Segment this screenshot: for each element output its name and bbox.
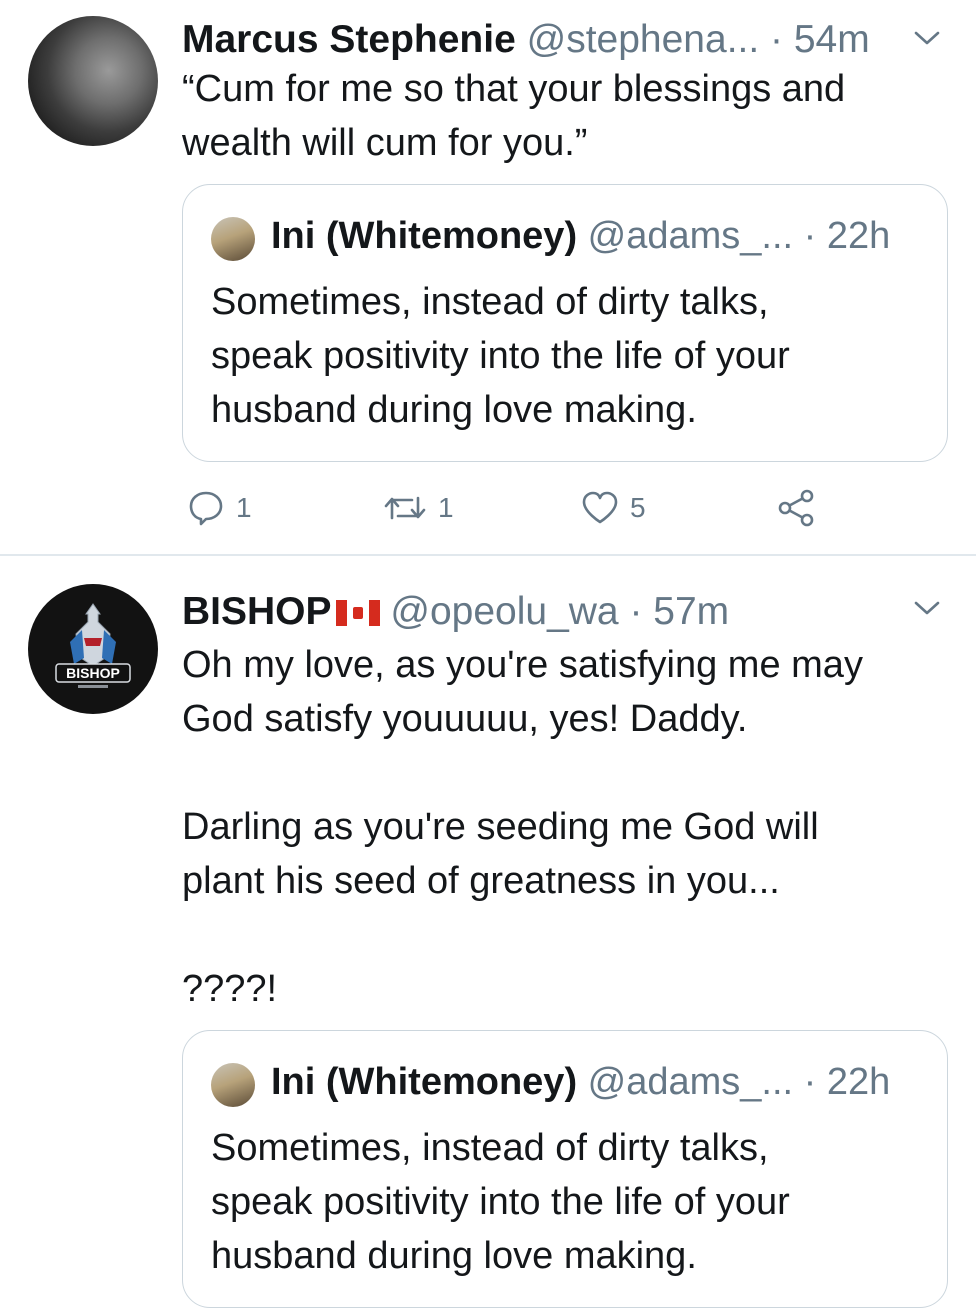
like-count: 5 — [630, 492, 646, 523]
tweet[interactable]: Marcus Stephenie @stephena... · 54m “Cum… — [0, 0, 976, 556]
reply-icon — [189, 491, 223, 526]
quoted-tweet-text: Sometimes, instead of dirty talks, speak… — [211, 1127, 790, 1277]
retweet-count: 1 — [438, 492, 454, 523]
chevron-down-icon[interactable] — [912, 598, 942, 618]
timestamp: · 22h — [803, 1061, 891, 1103]
quoted-tweet-text: Sometimes, instead of dirty talks, speak… — [211, 281, 790, 431]
chevron-down-icon[interactable] — [912, 28, 942, 48]
timestamp: · 22h — [803, 215, 891, 257]
share-icon — [778, 489, 814, 527]
bishop-logo-text: BISHOP — [66, 665, 120, 681]
timestamp[interactable]: · 54m — [770, 18, 870, 61]
retweet-button[interactable]: 1 — [382, 488, 454, 528]
avatar[interactable] — [28, 16, 158, 146]
avatar[interactable]: BISHOP — [28, 584, 158, 714]
tweet-actions: 1 1 5 — [182, 488, 942, 532]
display-name: Ini (Whitemoney) — [271, 215, 578, 257]
display-name: Ini (Whitemoney) — [271, 1061, 578, 1103]
quoted-tweet[interactable]: Ini (Whitemoney) @adams_... · 22h Someti… — [182, 184, 948, 462]
tweet-header: Marcus Stephenie @stephena... · 54m — [182, 20, 870, 59]
avatar — [211, 1063, 255, 1107]
bishop-logo: BISHOP — [55, 603, 131, 688]
tweet-header: BISHOP @opeolu_wa · 57m — [182, 592, 729, 631]
tweet[interactable]: BISHOP BISHOP @opeolu_wa · 57m Oh my lov… — [0, 556, 976, 1308]
like-button[interactable]: 5 — [580, 488, 646, 528]
retweet-icon — [384, 496, 426, 520]
timestamp[interactable]: · 57m — [629, 590, 729, 633]
handle[interactable]: @stephena... — [527, 18, 760, 61]
tweet-text: Oh my love, as you're satisfying me may … — [182, 644, 863, 1010]
avatar — [211, 217, 255, 261]
quoted-tweet[interactable]: Ini (Whitemoney) @adams_... · 22h Someti… — [182, 1030, 948, 1308]
display-name[interactable]: BISHOP — [182, 590, 332, 633]
quoted-tweet-header: Ini (Whitemoney) @adams_... · 22h — [271, 217, 890, 255]
heart-icon — [582, 491, 618, 524]
handle: @adams_... — [587, 1061, 794, 1103]
canada-flag-icon — [335, 600, 380, 626]
quoted-tweet-header: Ini (Whitemoney) @adams_... · 22h — [271, 1063, 890, 1101]
reply-count: 1 — [236, 492, 252, 523]
share-button[interactable] — [774, 488, 818, 528]
handle[interactable]: @opeolu_wa — [390, 590, 618, 633]
reply-button[interactable]: 1 — [186, 488, 252, 528]
tweet-text: “Cum for me so that your blessings and w… — [182, 68, 846, 164]
display-name[interactable]: Marcus Stephenie — [182, 18, 516, 61]
handle: @adams_... — [587, 215, 794, 257]
